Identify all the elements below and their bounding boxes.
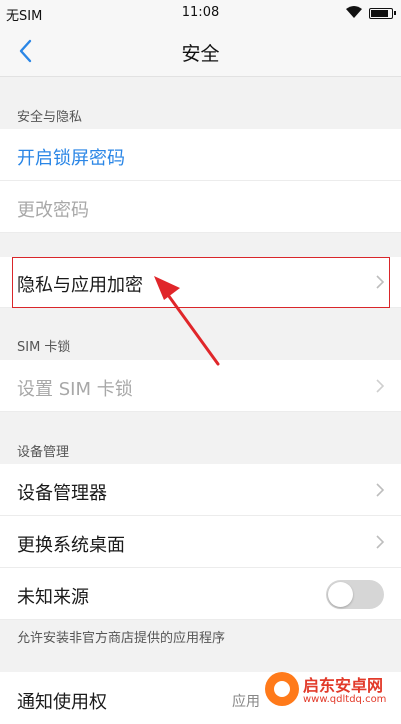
battery-icon: [369, 8, 396, 19]
notification-access-label: 通知使用权: [17, 692, 107, 713]
highlight-box: [12, 257, 390, 308]
device-manager-row[interactable]: 设备管理器: [0, 464, 401, 516]
toggle-knob: [328, 582, 353, 607]
page-title: 安全: [181, 43, 220, 65]
unknown-sources-toggle[interactable]: [326, 580, 384, 609]
section-header-sim: SIM 卡锁: [17, 340, 71, 355]
notification-access-value: 应用: [232, 694, 260, 710]
chevron-right-icon: [376, 535, 385, 549]
unknown-sources-row: 未知来源: [0, 568, 401, 620]
enable-lock-password-label: 开启锁屏密码: [17, 148, 125, 169]
section-header-device: 设备管理: [17, 445, 70, 460]
device-manager-label: 设备管理器: [17, 483, 107, 504]
unknown-sources-label: 未知来源: [17, 587, 89, 608]
watermark-title: 启东安卓网: [303, 676, 384, 695]
enable-lock-password-row[interactable]: 开启锁屏密码: [0, 129, 401, 181]
battery-fill: [371, 10, 388, 17]
change-launcher-label: 更换系统桌面: [17, 535, 125, 556]
sim-lock-row: 设置 SIM 卡锁: [0, 360, 401, 412]
clock: 11:08: [181, 5, 220, 20]
status-bar: 无SIM 11:08: [0, 0, 401, 26]
wifi-icon: [346, 6, 362, 18]
sim-lock-label: 设置 SIM 卡锁: [17, 379, 133, 400]
watermark-logo: 启东安卓网 www.qdltdq.com: [265, 670, 397, 710]
watermark-icon: [265, 672, 299, 706]
chevron-right-icon: [376, 483, 385, 497]
nav-bar: 安全: [0, 26, 401, 77]
watermark-url: www.qdltdq.com: [303, 694, 387, 705]
chevron-right-icon: [376, 379, 385, 393]
unknown-sources-note: 允许安装非官方商店提供的应用程序: [17, 631, 226, 646]
change-password-label: 更改密码: [17, 200, 89, 221]
section-header-privacy: 安全与隐私: [17, 110, 83, 125]
change-launcher-row[interactable]: 更换系统桌面: [0, 516, 401, 568]
change-password-row: 更改密码: [0, 181, 401, 233]
